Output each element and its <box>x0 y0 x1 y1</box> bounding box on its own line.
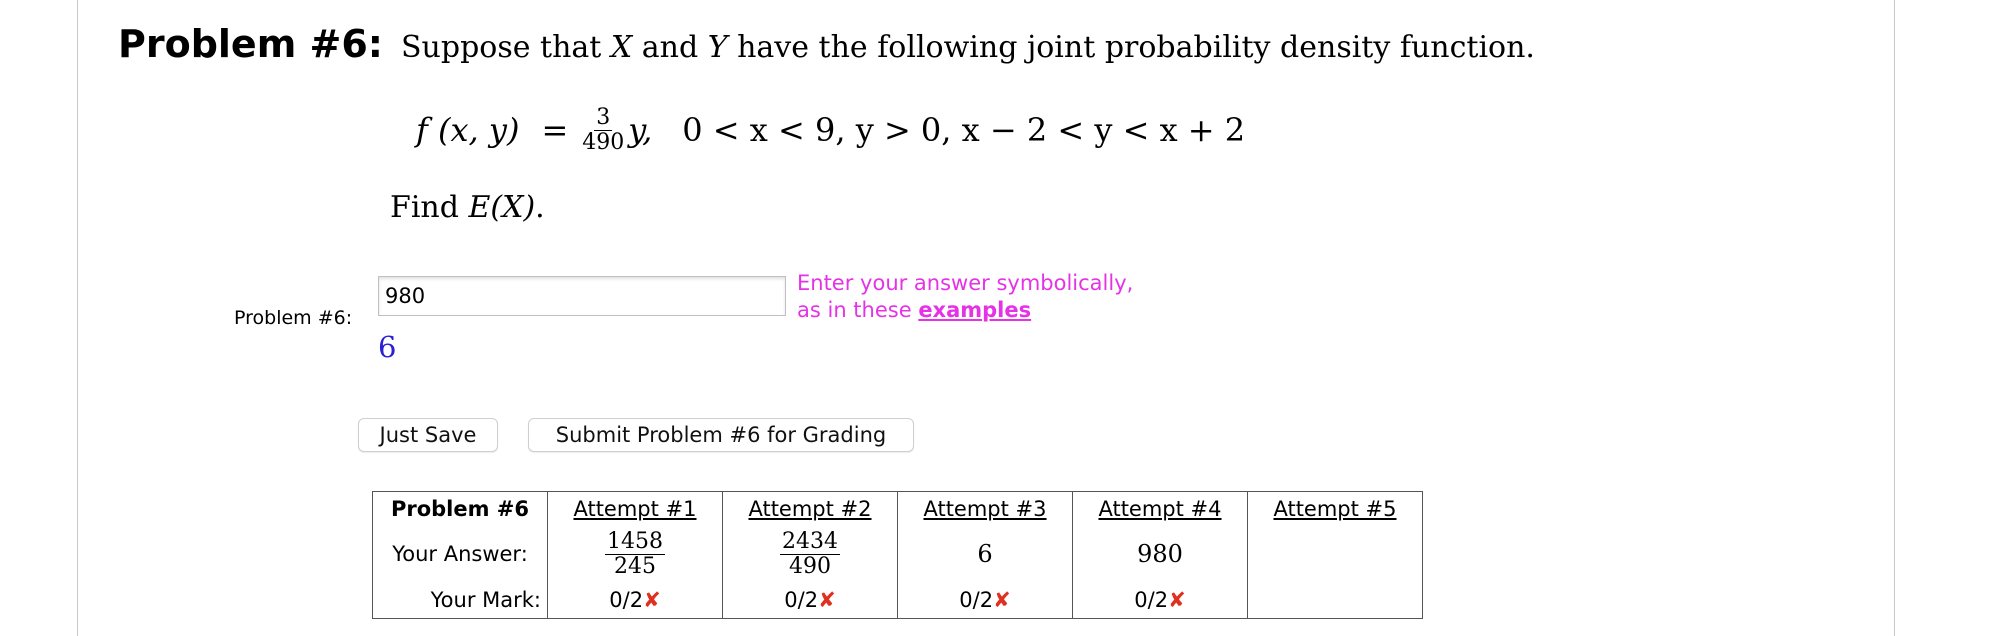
attempt-header: Attempt #1 <box>547 491 723 526</box>
attempt-link-5[interactable]: Attempt #5 <box>1273 497 1396 521</box>
find-text: . <box>535 190 545 225</box>
hint-line: as in these examples <box>797 297 1133 324</box>
attempt-mark-cell: 0/2✘ <box>897 582 1073 619</box>
your-mark-label: Your Mark: <box>372 582 548 619</box>
your-answer-label: Your Answer: <box>372 526 548 582</box>
attempt-header: Attempt #2 <box>722 491 898 526</box>
attempt-answer-cell: 1458 245 <box>547 526 723 582</box>
formula-equals: = <box>541 111 569 149</box>
fraction-denominator: 490 <box>582 129 625 155</box>
problem-header: Problem #6: Suppose that X and Y have th… <box>118 22 1535 78</box>
variable-y: Y <box>707 30 728 65</box>
attempt-answer-value: 6 <box>977 540 993 568</box>
attempt-mark-cell: 0/2✘ <box>547 582 723 619</box>
problem-statement: Suppose that X and Y have the following … <box>401 30 1535 65</box>
formula-lhs: f (x, y) <box>416 111 520 149</box>
attempt-mark: 0/2 <box>609 588 644 612</box>
attempt-answer-value: 980 <box>1137 540 1183 568</box>
attempt-mark: 0/2 <box>959 588 994 612</box>
formula-domain: 0 < x < 9, y > 0, x − 2 < y < x + 2 <box>682 111 1246 149</box>
attempt-mark: 0/2 <box>1134 588 1169 612</box>
fraction-numerator: 1458 <box>605 529 665 555</box>
statement-text: and <box>632 30 708 65</box>
attempt-answer-fraction: 1458 245 <box>605 530 665 579</box>
attempt-answer-cell: 980 <box>1072 526 1248 582</box>
table-header-label: Problem #6 <box>372 491 548 526</box>
incorrect-x-icon: ✘ <box>993 588 1011 612</box>
density-formula: f (x, y) = 3 490 y, 0 < x < 9, y > 0, x … <box>416 100 1245 160</box>
attempt-answer-fraction: 2434 490 <box>780 530 840 579</box>
page-border-right <box>1894 0 1895 636</box>
answer-input[interactable] <box>378 276 786 316</box>
hint-line: Enter your answer symbolically, <box>797 271 1134 295</box>
attempts-table: Problem #6 Attempt #1 Attempt #2 Attempt… <box>372 491 1423 619</box>
attempt-header: Attempt #3 <box>897 491 1073 526</box>
attempt-link-1[interactable]: Attempt #1 <box>573 497 696 521</box>
find-instruction: Find E(X). <box>390 190 545 225</box>
answer-side-label: Problem #6: <box>234 307 353 329</box>
incorrect-x-icon: ✘ <box>1168 588 1186 612</box>
answer-hint: Enter your answer symbolically, as in th… <box>797 270 1133 324</box>
table-row: Your Mark: 0/2✘ 0/2✘ 0/2✘ 0/2✘ <box>372 582 1423 619</box>
formula-variable: y, <box>628 111 653 149</box>
fraction-numerator: 2434 <box>780 529 840 555</box>
table-row: Your Answer: 1458 245 2434 490 6 980 <box>372 526 1423 582</box>
find-expression: E(X) <box>468 190 536 225</box>
attempt-answer-cell <box>1247 526 1423 582</box>
attempt-header: Attempt #4 <box>1072 491 1248 526</box>
attempt-mark-cell: 0/2✘ <box>722 582 898 619</box>
statement-text: have the following joint probability den… <box>727 30 1535 65</box>
problem-title: Problem #6: <box>118 22 383 66</box>
attempt-link-4[interactable]: Attempt #4 <box>1098 497 1221 521</box>
attempt-link-2[interactable]: Attempt #2 <box>748 497 871 521</box>
fraction-numerator: 3 <box>594 104 613 131</box>
fraction-denominator: 245 <box>614 554 656 579</box>
attempt-answer-cell: 2434 490 <box>722 526 898 582</box>
answer-preview: 6 <box>378 330 397 364</box>
formula-fraction: 3 490 <box>582 104 625 155</box>
attempt-header: Attempt #5 <box>1247 491 1423 526</box>
examples-link[interactable]: examples <box>918 298 1031 322</box>
attempt-mark-cell <box>1247 582 1423 619</box>
just-save-button[interactable]: Just Save <box>358 418 498 452</box>
attempt-mark: 0/2 <box>784 588 819 612</box>
hint-text: as in these <box>797 298 919 322</box>
find-text: Find <box>390 190 469 225</box>
page-border-left <box>77 0 78 636</box>
incorrect-x-icon: ✘ <box>643 588 661 612</box>
attempt-link-3[interactable]: Attempt #3 <box>923 497 1046 521</box>
attempt-answer-cell: 6 <box>897 526 1073 582</box>
fraction-denominator: 490 <box>789 554 831 579</box>
incorrect-x-icon: ✘ <box>818 588 836 612</box>
variable-x: X <box>610 30 633 65</box>
attempt-mark-cell: 0/2✘ <box>1072 582 1248 619</box>
statement-text: Suppose that <box>401 30 611 65</box>
submit-for-grading-button[interactable]: Submit Problem #6 for Grading <box>528 418 914 452</box>
table-row: Problem #6 Attempt #1 Attempt #2 Attempt… <box>372 491 1423 526</box>
